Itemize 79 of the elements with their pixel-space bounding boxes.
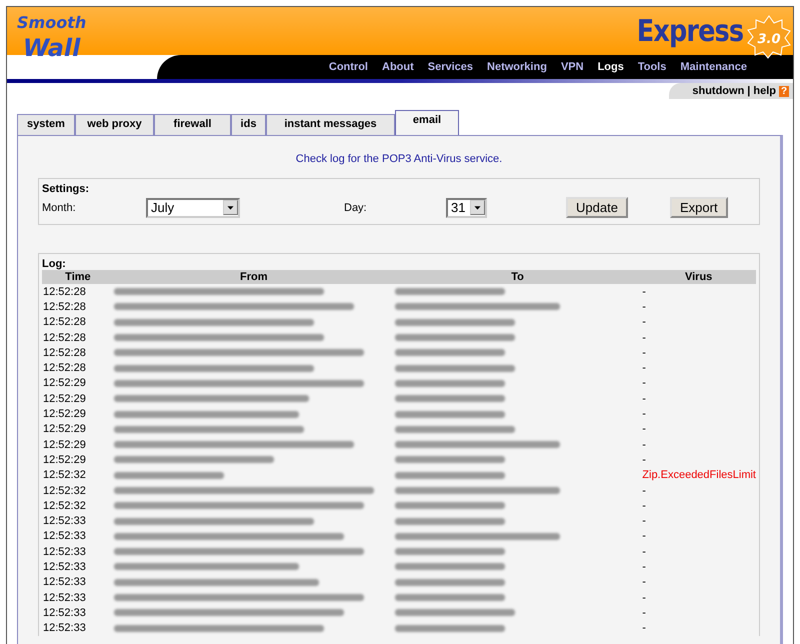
- virus-cell-text: -: [641, 300, 647, 315]
- time-cell: 12:52:29: [42, 406, 114, 422]
- time-cell: 12:52:28: [42, 314, 114, 330]
- virus-cell-text: -: [641, 484, 647, 498]
- virus-cell-text: -: [641, 407, 647, 422]
- action-button[interactable]: Export: [670, 197, 728, 218]
- nav-link[interactable]: Control: [328, 61, 368, 73]
- month-label: Month:: [42, 202, 77, 214]
- virus-cell-text: -: [641, 376, 647, 392]
- time-cell: 12:52:33: [42, 620, 114, 636]
- virus-cell-text: -: [641, 514, 647, 529]
- virus-cell-text: -: [641, 560, 647, 575]
- time-cell: 12:52:29: [42, 391, 114, 406]
- virus-cell-text: -: [641, 452, 647, 468]
- time-cell: 12:52:29: [42, 436, 114, 452]
- virus-cell: -: [641, 284, 756, 300]
- month-select[interactable]: July: [146, 198, 240, 218]
- virus-cell-text: -: [641, 498, 647, 514]
- nav-link[interactable]: Tools: [638, 61, 666, 73]
- time-cell: 12:52:33: [42, 574, 114, 590]
- time-cell: 12:52:28: [42, 345, 114, 360]
- nav-link[interactable]: Networking: [487, 61, 547, 73]
- nav-link[interactable]: About: [382, 61, 414, 73]
- column-header: Time: [42, 270, 114, 284]
- virus-cell-text: -: [641, 606, 647, 621]
- log-title: Log:: [42, 258, 67, 270]
- time-cell: 12:52:28: [42, 330, 114, 346]
- time-cell: 12:52:33: [42, 513, 114, 529]
- nav-link[interactable]: Services: [428, 61, 474, 73]
- header-link[interactable]: help: [753, 85, 776, 97]
- action-button[interactable]: Update: [566, 197, 628, 218]
- day-label: Day:: [344, 202, 368, 214]
- column-header: Virus: [641, 270, 756, 284]
- virus-cell-text: -: [641, 621, 647, 636]
- tab[interactable]: web proxy: [75, 114, 154, 135]
- time-cell: 12:52:33: [42, 605, 114, 621]
- tab[interactable]: instant messages: [266, 114, 395, 135]
- nav-link[interactable]: VPN: [560, 61, 584, 73]
- virus-cell-text: Zip.ExceededFilesLimit: [641, 468, 756, 483]
- nav-link[interactable]: Logs: [598, 61, 624, 73]
- virus-cell-text: -: [641, 544, 647, 560]
- virus-cell-text: -: [641, 590, 647, 606]
- virus-cell-text: -: [641, 315, 647, 330]
- nav-link[interactable]: Maintenance: [680, 61, 747, 73]
- tab[interactable]: firewall: [154, 114, 231, 135]
- virus-cell-text: -: [641, 330, 647, 346]
- time-cell: 12:52:32: [42, 468, 114, 483]
- tab[interactable]: system: [17, 114, 75, 135]
- tab[interactable]: email: [395, 110, 459, 135]
- time-cell: 12:52:33: [42, 590, 114, 606]
- time-cell: 12:52:29: [42, 422, 114, 437]
- virus-cell-text: -: [641, 422, 647, 437]
- day-select[interactable]: 31: [446, 198, 487, 218]
- column-header: From: [114, 270, 394, 284]
- time-cell: 12:52:28: [42, 299, 114, 315]
- time-cell: 12:52:33: [42, 528, 114, 544]
- time-cell: 12:52:29: [42, 452, 114, 468]
- product-title: Express: [636, 14, 743, 48]
- virus-cell-text: -: [641, 361, 647, 376]
- column-header: To: [394, 270, 642, 284]
- virus-cell-text: -: [641, 438, 647, 452]
- tab[interactable]: ids: [231, 114, 266, 135]
- virus-cell-text: -: [641, 392, 647, 406]
- logo: Smooth Wall: [16, 12, 88, 64]
- separator: |: [747, 85, 750, 97]
- time-cell: 12:52:28: [42, 284, 114, 300]
- time-cell: 12:52:33: [42, 559, 114, 575]
- settings-title: Settings:: [42, 183, 90, 195]
- version-badge: 3.0: [747, 15, 791, 59]
- virus-cell-text: -: [641, 346, 647, 360]
- time-cell: 12:52:29: [42, 376, 114, 392]
- time-cell: 12:52:28: [42, 360, 114, 376]
- virus-cell-text: -: [641, 529, 647, 544]
- header-link[interactable]: shutdown: [692, 85, 744, 97]
- time-cell: 12:52:33: [42, 544, 114, 560]
- intro-text: Check log for the POP3 Anti-Virus service.: [294, 153, 504, 165]
- time-cell: 12:52:32: [42, 498, 114, 514]
- time-cell: 12:52:32: [42, 482, 114, 498]
- virus-cell-text: -: [641, 575, 647, 590]
